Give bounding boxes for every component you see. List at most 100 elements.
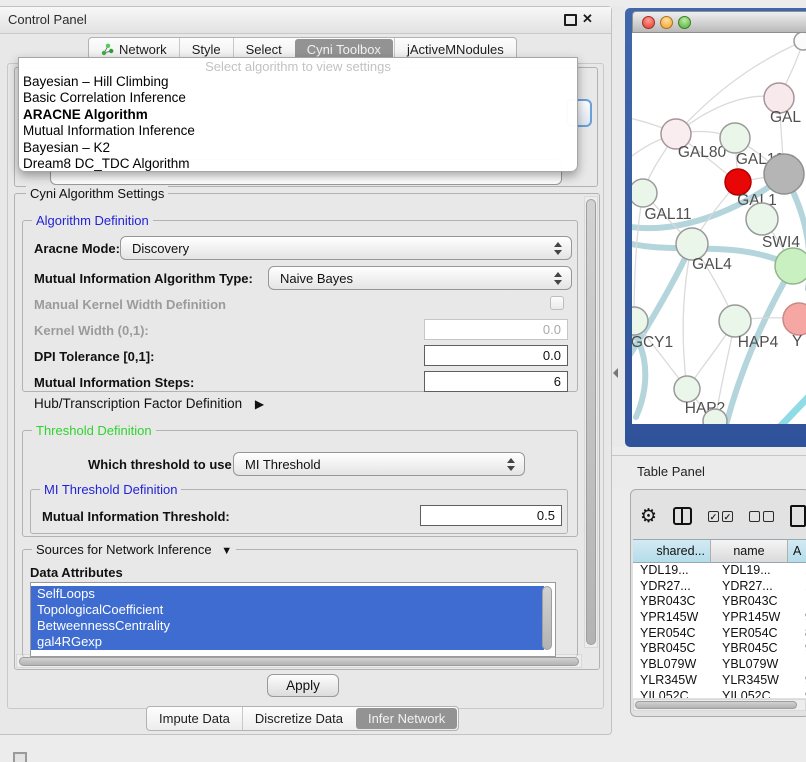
- network-edge[interactable]: [634, 193, 643, 321]
- tab-impute-data[interactable]: Impute Data: [147, 707, 242, 730]
- table-panel-title: Table Panel: [637, 464, 705, 479]
- table-row[interactable]: YIL052CYIL052C9: [633, 689, 806, 699]
- table-horizontal-scrollbar-thumb[interactable]: [635, 701, 797, 709]
- tab-infer-network[interactable]: Infer Network: [356, 708, 457, 729]
- mi-steps-field[interactable]: 6: [424, 371, 568, 392]
- hub-definition-toggle[interactable]: Hub/Transcription Factor Definition ▶: [34, 396, 264, 411]
- attribute-item[interactable]: TopologicalCoefficient: [31, 602, 544, 618]
- checkbox-checked-icon: ✓: [708, 511, 719, 522]
- manual-kernel-width-checkbox[interactable]: [550, 296, 564, 310]
- table-cell: YBL079W: [633, 657, 717, 673]
- aracne-mode-combobox[interactable]: Discovery: [120, 236, 572, 260]
- split-divider[interactable]: [612, 6, 625, 447]
- table-cell: 8.: [800, 626, 806, 642]
- sources-toggle[interactable]: Sources for Network Inference ▼: [32, 542, 236, 557]
- attribute-item[interactable]: gal4RGexp: [31, 634, 544, 650]
- table-cell: YBR043C: [633, 594, 717, 610]
- column-header[interactable]: shared...: [633, 540, 710, 562]
- close-window-icon[interactable]: [642, 16, 655, 29]
- float-window-icon[interactable]: [564, 14, 577, 26]
- network-node[interactable]: [764, 154, 804, 194]
- which-threshold-combobox[interactable]: MI Threshold: [233, 452, 525, 476]
- minimized-panel-icon[interactable]: [13, 752, 27, 762]
- attribute-item[interactable]: BetweennessCentrality: [31, 618, 544, 634]
- control-panel-titlebar: Control Panel ✕: [0, 7, 611, 34]
- dropdown-item[interactable]: Basic Correlation Inference: [19, 90, 577, 106]
- tab-discretize-data[interactable]: Discretize Data: [242, 707, 355, 730]
- table-cell: YIL052C: [633, 689, 717, 699]
- table-row[interactable]: YDL19...YDL19...13: [633, 563, 806, 579]
- mi-algorithm-type-value: Naive Bayes: [280, 271, 353, 286]
- settings-vertical-scrollbar[interactable]: [584, 196, 598, 648]
- table-cell: YLR345W: [717, 673, 800, 689]
- dropdown-item[interactable]: Dream8 DC_TDC Algorithm: [19, 156, 577, 172]
- column-header[interactable]: name: [710, 540, 788, 562]
- network-node-hap4[interactable]: [719, 305, 751, 337]
- network-canvas[interactable]: GALGAL80GAL10GAL1GAL11SWI4GAL4GCY1HAP4YH…: [632, 33, 806, 424]
- table-header-row: shared...nameA: [633, 539, 806, 563]
- attributes-list-scrollbar-thumb[interactable]: [542, 586, 552, 650]
- unselected-columns-icon[interactable]: [749, 511, 774, 522]
- table-row[interactable]: YLR345WYLR345W9.: [633, 673, 806, 689]
- document-icon[interactable]: [790, 505, 806, 527]
- panel-title: Control Panel: [8, 12, 87, 27]
- settings-vertical-scrollbar-thumb[interactable]: [586, 199, 596, 645]
- table-row[interactable]: YBR045CYBR045C9.: [633, 641, 806, 657]
- algorithm-dropdown-popup: Select algorithm to view settings Bayesi…: [18, 57, 578, 172]
- network-node[interactable]: [794, 33, 806, 50]
- apply-button[interactable]: Apply: [267, 674, 339, 697]
- table-cell: YDR27...: [633, 579, 717, 595]
- expanded-arrow-icon: ▼: [221, 545, 232, 557]
- split-columns-icon[interactable]: [673, 507, 692, 525]
- dropdown-item[interactable]: Mutual Information Inference: [19, 123, 577, 139]
- zoom-window-icon[interactable]: [678, 16, 691, 29]
- mi-algorithm-type-combobox[interactable]: Naive Bayes: [268, 266, 572, 290]
- aracne-mode-label: Aracne Mode:: [34, 241, 120, 256]
- network-node-hap2[interactable]: [674, 376, 700, 402]
- table-cell: YBL079W: [717, 657, 800, 673]
- table-horizontal-scrollbar[interactable]: [633, 699, 806, 711]
- network-node-y[interactable]: [783, 303, 806, 335]
- table-row[interactable]: YER054CYER054C8.: [633, 626, 806, 642]
- table-row[interactable]: YDR27...YDR27...12: [633, 579, 806, 595]
- table-cell: 9.: [800, 641, 806, 657]
- settings-horizontal-scrollbar-thumb[interactable]: [19, 657, 579, 666]
- mi-threshold-field[interactable]: 0.5: [420, 505, 562, 526]
- mi-algorithm-type-label: Mutual Information Algorithm Type:: [34, 271, 253, 286]
- network-node-swi4[interactable]: [746, 203, 778, 235]
- kernel-width-field[interactable]: 0.0: [424, 319, 568, 340]
- minimize-window-icon[interactable]: [660, 16, 673, 29]
- dropdown-item[interactable]: Bayesian – K2: [19, 140, 577, 156]
- column-header[interactable]: A: [788, 540, 806, 562]
- close-icon[interactable]: ✕: [582, 11, 593, 27]
- table-cell: YBR045C: [717, 641, 800, 657]
- table-toolbar: ⚙ ✓✓: [640, 498, 806, 534]
- network-view-titlebar[interactable]: [632, 11, 806, 33]
- gear-icon[interactable]: ⚙: [640, 506, 657, 526]
- divider-collapse-arrow-icon[interactable]: [613, 368, 618, 378]
- node-label: GAL80: [678, 144, 727, 161]
- table-row[interactable]: YPR145WYPR145W9.: [633, 610, 806, 626]
- tab-label: jActiveMNodules: [407, 42, 504, 57]
- attribute-item[interactable]: SelfLoops: [31, 586, 544, 602]
- screen: Control Panel ✕ NetworkStyleSelectCyni T…: [0, 0, 806, 762]
- tab-label: Network: [119, 42, 167, 57]
- dpi-tolerance-field[interactable]: 0.0: [424, 345, 568, 366]
- network-edge[interactable]: [774, 389, 806, 424]
- network-node-gal11[interactable]: [632, 179, 657, 207]
- table-body: YDL19...YDL19...13YDR27...YDR27...12YBR0…: [633, 563, 806, 698]
- node-label: GAL: [770, 109, 801, 126]
- table-cell: YBR045C: [633, 641, 717, 657]
- table-row[interactable]: YBR043CYBR043C: [633, 594, 806, 610]
- table-row[interactable]: YBL079WYBL079W: [633, 657, 806, 673]
- tab-label: Impute Data: [159, 711, 230, 726]
- table-cell: YDL19...: [717, 563, 800, 579]
- network-node-gal10[interactable]: [720, 123, 750, 153]
- mi-steps-label: Mutual Information Steps:: [34, 375, 194, 390]
- dropdown-item[interactable]: ARACNE Algorithm: [19, 107, 577, 123]
- node-label: GCY1: [632, 334, 673, 351]
- network-node[interactable]: [775, 248, 806, 284]
- selected-columns-icon[interactable]: ✓✓: [708, 511, 733, 522]
- data-attributes-list[interactable]: SelfLoopsTopologicalCoefficientBetweenne…: [30, 582, 556, 657]
- dropdown-item[interactable]: Bayesian – Hill Climbing: [19, 74, 577, 90]
